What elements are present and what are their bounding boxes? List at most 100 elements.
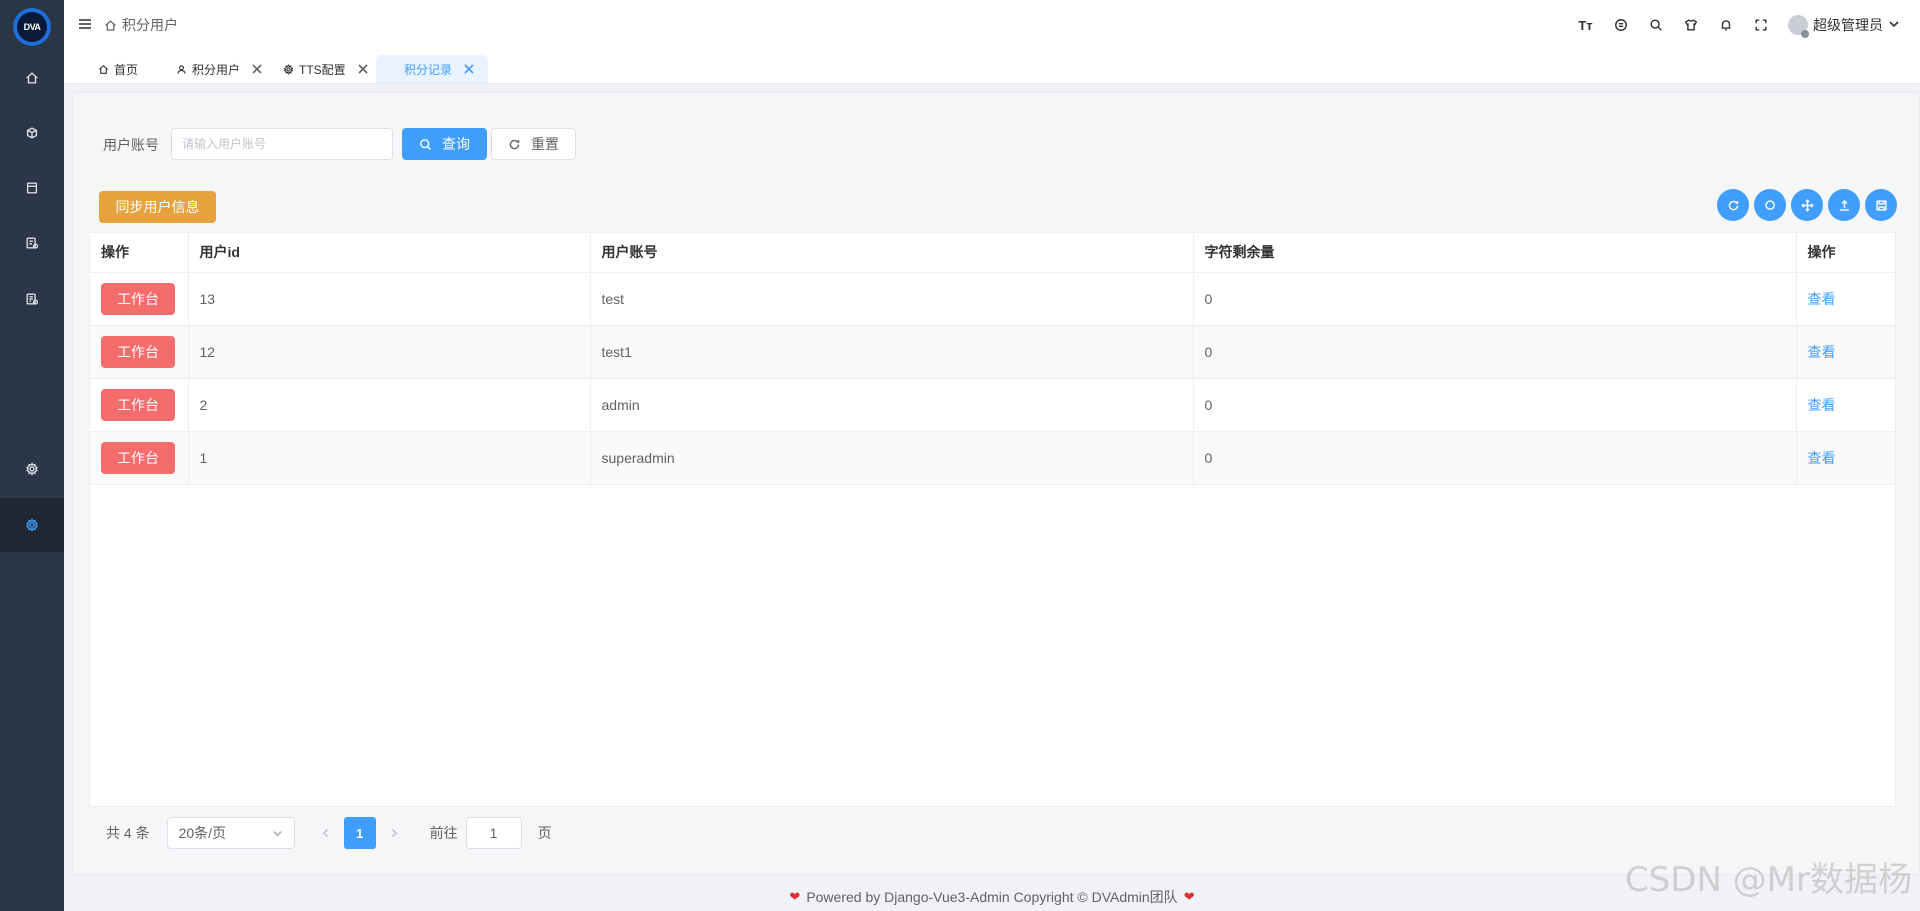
user-menu[interactable]: 超级管理员: [1788, 15, 1900, 38]
prev-page-button[interactable]: [310, 817, 342, 849]
gear-icon: [26, 518, 38, 532]
save-button[interactable]: [1865, 189, 1897, 221]
account-cell: admin: [590, 378, 1194, 432]
cube-icon: [26, 127, 38, 139]
search-icon: [1649, 19, 1662, 31]
shirt-icon: [1684, 19, 1697, 31]
refresh-icon: [1728, 200, 1738, 210]
chevron-left-icon: [322, 828, 328, 838]
column-header[interactable]: 用户id: [188, 233, 591, 273]
view-link[interactable]: 查看: [1808, 344, 1836, 360]
tab-tts-config[interactable]: TTS配置: [273, 55, 378, 83]
query-label: 查询: [442, 136, 470, 152]
sidebar-item-system[interactable]: [0, 106, 64, 160]
sidebar: DVA: [0, 0, 64, 911]
header-tools: Tт 超级管理员: [1568, 0, 1900, 50]
view-link[interactable]: 查看: [1808, 397, 1836, 413]
refresh-icon: [509, 139, 520, 149]
view-link[interactable]: 查看: [1808, 291, 1836, 307]
user-id-cell: 12: [188, 325, 591, 379]
font-size-icon: Tт: [1578, 17, 1593, 33]
page-size-select[interactable]: 20条/页: [166, 817, 295, 849]
sidebar-item-tts[interactable]: [0, 498, 64, 552]
goto-page-input[interactable]: [465, 817, 522, 849]
sidebar-item-settings[interactable]: [0, 442, 64, 496]
heart-icon: ❤: [1183, 889, 1195, 904]
close-icon[interactable]: [252, 64, 262, 74]
fullscreen-button[interactable]: [1743, 0, 1778, 50]
home-icon: [26, 72, 38, 84]
chevron-down-icon: [1888, 17, 1900, 33]
account-search-input[interactable]: [171, 128, 393, 160]
gear-icon: [283, 63, 294, 75]
toggle-search-button[interactable]: [1754, 189, 1786, 221]
reset-button[interactable]: 重置: [491, 128, 576, 160]
document-icon: [26, 182, 38, 194]
table-row: 工作台 12 test1 0 查看: [90, 325, 1895, 379]
menu-search-button[interactable]: [1603, 0, 1638, 50]
pagination-total: 共 4 条: [106, 825, 150, 841]
sync-label: 同步用户信息: [115, 199, 200, 215]
data-table: 操作 用户id 用户账号 字符剩余量 操作 工作台 13 test 0 查看 工…: [89, 232, 1896, 807]
account-cell: superadmin: [590, 431, 1194, 485]
search-label: 用户账号: [103, 137, 159, 153]
report-icon: [26, 293, 39, 305]
sync-users-button[interactable]: 同步用户信息: [99, 191, 216, 223]
view-link[interactable]: 查看: [1808, 450, 1836, 466]
workbench-button[interactable]: 工作台: [101, 335, 175, 368]
column-settings-button[interactable]: [1791, 189, 1823, 221]
tab-label: 首页: [114, 62, 139, 77]
user-name: 超级管理员: [1813, 17, 1883, 33]
upload-icon: [1839, 199, 1849, 211]
workbench-button[interactable]: 工作台: [101, 441, 175, 474]
table-toolbar: [1717, 189, 1897, 221]
account-cell: test1: [590, 325, 1194, 379]
search-icon: [1764, 199, 1775, 210]
sidebar-item-records[interactable]: [0, 216, 64, 270]
tab-points-records[interactable]: 积分记录: [376, 55, 489, 83]
search-icon: [420, 138, 431, 150]
search-button[interactable]: [1638, 0, 1673, 50]
workbench-button[interactable]: 工作台: [101, 388, 175, 421]
watermark: CSDN @Mr数据杨: [1624, 860, 1912, 900]
theme-button[interactable]: [1673, 0, 1708, 50]
goto-label: 前往: [429, 825, 458, 841]
tab-bar: 首页 积分用户 TTS配置 积分记录: [64, 50, 1920, 84]
gear-icon: [26, 462, 38, 476]
tab-points-users[interactable]: 积分用户: [166, 55, 272, 83]
column-header[interactable]: 用户账号: [590, 233, 1194, 273]
list-icon: [26, 237, 39, 249]
sidebar-item-content[interactable]: [0, 161, 64, 215]
page-number-current[interactable]: 1: [343, 817, 376, 849]
font-size-button[interactable]: Tт: [1568, 0, 1603, 50]
tab-home[interactable]: 首页: [88, 55, 148, 83]
user-id-cell: 2: [188, 378, 591, 432]
sidebar-item-points[interactable]: [0, 272, 64, 326]
close-icon[interactable]: [358, 64, 368, 74]
refresh-button[interactable]: [1717, 189, 1749, 221]
remaining-cell: 0: [1193, 431, 1797, 485]
notification-button[interactable]: [1708, 0, 1743, 50]
chevron-right-icon: [391, 828, 397, 838]
move-icon: [1800, 198, 1814, 212]
column-header[interactable]: 字符剩余量: [1193, 233, 1797, 273]
avatar: [1788, 15, 1809, 38]
menu-toggle-icon[interactable]: [78, 17, 92, 31]
page-size-value: 20条/页: [178, 825, 227, 841]
close-icon[interactable]: [464, 64, 474, 74]
app-logo[interactable]: DVA: [13, 8, 51, 46]
user-icon: [177, 64, 186, 74]
fullscreen-icon: [1754, 19, 1767, 31]
bell-icon: [1721, 20, 1730, 31]
query-button[interactable]: 查询: [402, 128, 487, 160]
user-id-cell: 13: [188, 272, 591, 326]
export-button[interactable]: [1828, 189, 1860, 221]
sidebar-item-home[interactable]: [0, 51, 64, 105]
reset-label: 重置: [531, 136, 559, 152]
breadcrumb-current: 积分用户: [122, 17, 178, 33]
workbench-button[interactable]: 工作台: [101, 282, 175, 315]
table-row: 工作台 13 test 0 查看: [90, 272, 1895, 326]
heart-icon: ❤: [789, 889, 801, 904]
next-page-button[interactable]: [378, 817, 410, 849]
table-header-row: 操作 用户id 用户账号 字符剩余量 操作: [90, 233, 1895, 273]
